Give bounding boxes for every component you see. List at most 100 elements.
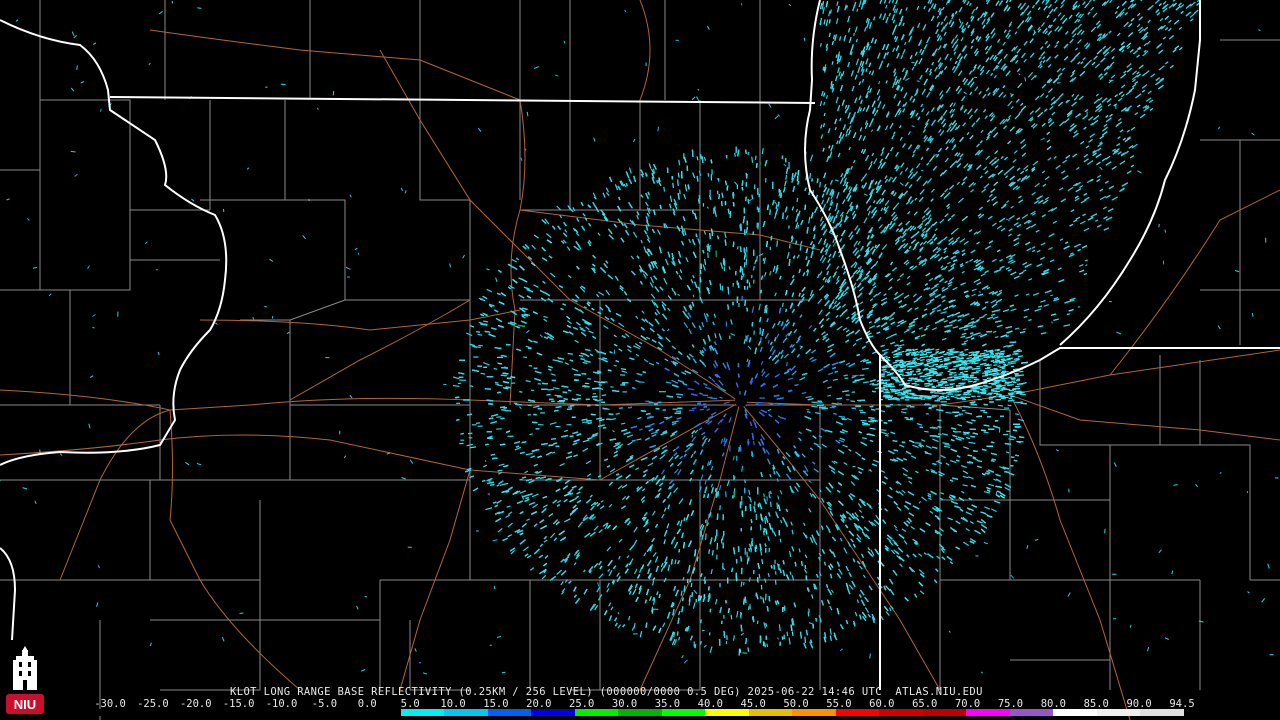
radar-pixel [914, 442, 922, 444]
radar-pixel [546, 393, 551, 396]
radar-pixel [578, 354, 584, 357]
radar-pixel [677, 179, 679, 187]
radar-pixel [688, 409, 695, 412]
radar-pixel [997, 404, 1003, 407]
radar-pixel [746, 557, 749, 565]
radar-pixel [615, 412, 620, 415]
radar-pixel [786, 631, 789, 637]
radar-pixel [601, 394, 607, 397]
radar-pixel [863, 381, 869, 384]
radar-pixel [478, 344, 483, 347]
radar-pixel [906, 418, 913, 421]
radar-pixel [759, 524, 762, 531]
radar-pixel [884, 434, 889, 437]
radar-pixel [613, 364, 617, 367]
radar-pixel [663, 186, 666, 192]
radar-pixel [983, 411, 988, 414]
radar-pixel [554, 394, 561, 397]
radar-pixel [672, 182, 674, 189]
radar-pixel [791, 529, 794, 535]
radar-pixel [744, 479, 746, 484]
radar-pixel [587, 378, 591, 380]
radar-pixel [758, 573, 761, 579]
radar-pixel [699, 408, 704, 411]
radar-pixel [754, 155, 757, 160]
radar-pixel [598, 383, 602, 386]
radar-pixel [758, 193, 761, 198]
radar-pixel [519, 478, 523, 481]
radar-pixel [747, 647, 750, 652]
radar-pixel [708, 549, 711, 554]
radar-pixel [740, 581, 743, 587]
radar-pixel [711, 550, 714, 556]
radar-pixel [730, 614, 733, 620]
radar-pixel [774, 579, 777, 585]
radar-pixel [567, 352, 573, 355]
radar-pixel [705, 533, 707, 540]
radar-pixel [700, 640, 702, 645]
radar-pixel [748, 282, 751, 288]
radar-pixel [728, 266, 731, 270]
radar-pixel [746, 285, 749, 290]
radar-pixel [753, 441, 755, 446]
radar-pixel [781, 302, 784, 308]
radar-pixel [748, 556, 750, 562]
radar-pixel [523, 356, 528, 359]
radar-pixel [677, 172, 680, 178]
radar-pixel [620, 368, 627, 371]
radar-pixel [897, 404, 902, 406]
radar-pixel [734, 152, 736, 157]
radar-pixel [760, 596, 762, 600]
radar-pixel [957, 406, 963, 409]
radar-pixel [496, 416, 502, 418]
radar-pixel [764, 517, 767, 525]
radar-pixel [756, 255, 758, 262]
radar-pixel [719, 283, 722, 291]
radar-pixel [928, 407, 932, 410]
radar-pixel [819, 181, 821, 188]
radar-pixel [748, 489, 751, 495]
radar-pixel [850, 400, 856, 403]
radar-pixel [477, 333, 483, 336]
radar-pixel [994, 358, 999, 360]
radar-pixel [788, 243, 791, 249]
radar-pixel [785, 174, 788, 180]
radar-pixel [776, 502, 779, 510]
radar-pixel [924, 430, 929, 433]
radar-pixel [937, 433, 942, 436]
radar-pixel [519, 391, 523, 393]
radar-pixel [944, 444, 951, 446]
radar-pixel [736, 246, 739, 250]
radar-pixel [452, 384, 460, 387]
radar-pixel [558, 360, 563, 363]
radar-pixel [488, 480, 492, 482]
radar-pixel [742, 581, 745, 586]
radar-pixel [770, 501, 772, 507]
radar-pixel [745, 258, 748, 265]
radar-pixel [885, 405, 891, 407]
radar-pixel [729, 211, 732, 218]
radar-pixel [493, 367, 498, 370]
radar-pixel [880, 429, 887, 431]
radar-pixel [769, 209, 771, 216]
radar-pixel [757, 222, 759, 230]
radar-pixel [476, 346, 481, 348]
radar-pixel [698, 198, 700, 204]
radar-pixel [765, 307, 768, 314]
radar-pixel [796, 197, 799, 202]
radar-pixel [811, 405, 818, 408]
radar-pixel [861, 437, 867, 440]
radar-pixel [791, 631, 794, 637]
radar-pixel [751, 194, 754, 200]
radar-pixel [691, 407, 697, 410]
radar-pixel [901, 408, 908, 411]
radar-pixel [475, 422, 481, 424]
radar-pixel [761, 559, 764, 565]
radar-pixel [547, 388, 554, 391]
radar-pixel [747, 151, 750, 156]
radar-pixel [743, 254, 746, 260]
radar-pixel [480, 372, 486, 375]
radar-pixel [460, 432, 465, 435]
radar-pixel [760, 337, 762, 341]
radar-pixel [663, 416, 669, 419]
